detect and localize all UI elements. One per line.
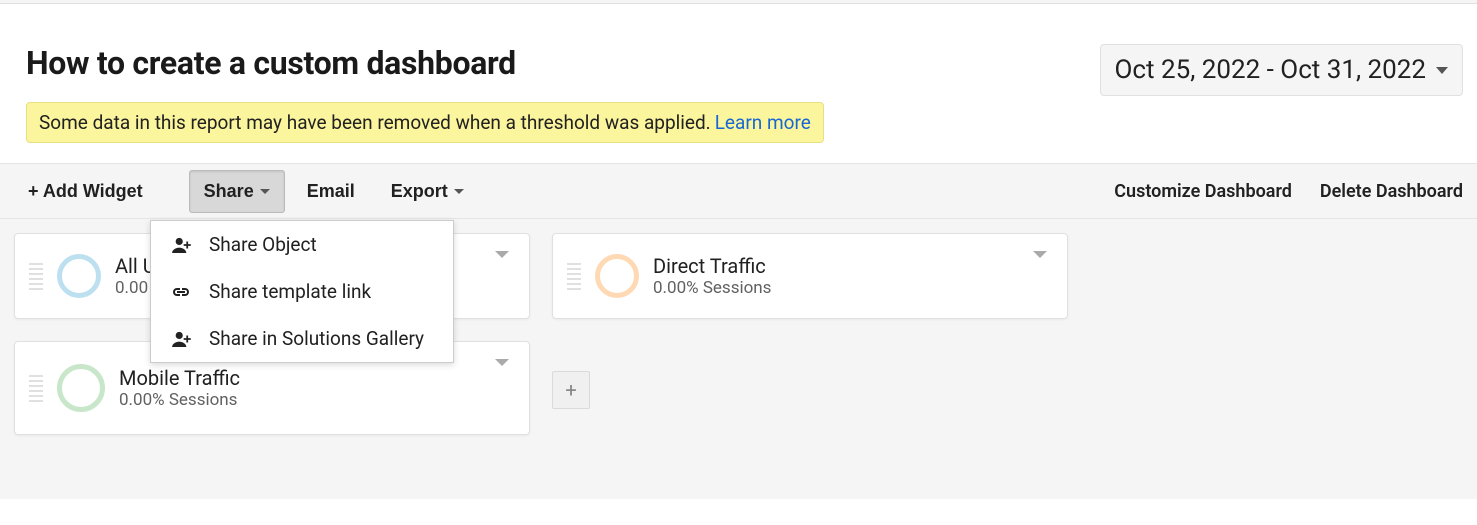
delete-dashboard-link[interactable]: Delete Dashboard xyxy=(1320,181,1463,202)
drag-handle-icon[interactable] xyxy=(29,263,43,290)
share-item-label: Share Object xyxy=(209,233,317,256)
person-add-icon xyxy=(169,331,193,347)
widget-title: Mobile Traffic xyxy=(119,366,240,390)
email-button[interactable]: Email xyxy=(293,171,369,212)
customize-dashboard-link[interactable]: Customize Dashboard xyxy=(1114,181,1292,202)
person-add-icon xyxy=(169,237,193,253)
link-icon xyxy=(169,286,193,298)
add-widget-tile[interactable]: + xyxy=(552,371,590,409)
drag-handle-icon[interactable] xyxy=(567,263,581,290)
caret-down-icon xyxy=(260,189,270,194)
share-solutions-gallery-item[interactable]: Share in Solutions Gallery xyxy=(151,315,453,362)
drag-handle-icon[interactable] xyxy=(29,375,43,402)
share-object-item[interactable]: Share Object xyxy=(151,221,453,268)
add-widget-button[interactable]: + Add Widget xyxy=(14,171,157,212)
dashboard-toolbar: + Add Widget Share Email Export Customiz… xyxy=(0,163,1477,219)
share-template-link-item[interactable]: Share template link xyxy=(151,268,453,315)
warning-text: Some data in this report may have been r… xyxy=(39,111,711,134)
chevron-down-icon[interactable] xyxy=(493,354,511,373)
date-range-label: Oct 25, 2022 - Oct 31, 2022 xyxy=(1115,55,1426,85)
header-area: How to create a custom dashboard Some da… xyxy=(0,4,1477,163)
chevron-down-icon[interactable] xyxy=(493,246,511,265)
chevron-down-icon[interactable] xyxy=(1031,246,1049,265)
share-dropdown-menu: Share Object Share template link Share i… xyxy=(150,220,454,363)
export-button-label: Export xyxy=(391,181,448,202)
share-button[interactable]: Share xyxy=(189,170,285,213)
threshold-warning-banner: Some data in this report may have been r… xyxy=(26,102,824,143)
page-title: How to create a custom dashboard xyxy=(26,44,824,82)
widget-title: Direct Traffic xyxy=(653,254,771,278)
widget-direct-traffic[interactable]: Direct Traffic 0.00% Sessions xyxy=(552,233,1068,319)
widget-subtext: 0.00% Sessions xyxy=(653,278,771,298)
segment-circle-icon xyxy=(57,254,101,298)
segment-circle-icon xyxy=(57,364,105,412)
share-item-label: Share in Solutions Gallery xyxy=(209,327,424,350)
widget-subtext: 0.00% Sessions xyxy=(119,390,240,410)
segment-circle-icon xyxy=(595,254,639,298)
share-item-label: Share template link xyxy=(209,280,371,303)
export-button[interactable]: Export xyxy=(377,171,478,212)
caret-down-icon xyxy=(1436,67,1448,74)
caret-down-icon xyxy=(454,189,464,194)
learn-more-link[interactable]: Learn more xyxy=(715,111,811,134)
date-range-picker[interactable]: Oct 25, 2022 - Oct 31, 2022 xyxy=(1100,44,1463,96)
share-button-label: Share xyxy=(204,181,254,202)
plus-icon: + xyxy=(565,378,576,402)
